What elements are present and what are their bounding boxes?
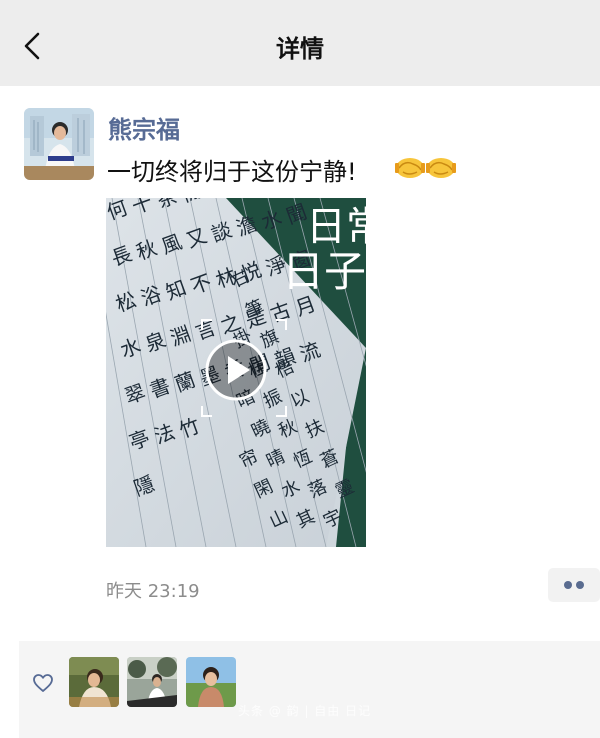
heart-outline-icon: [33, 674, 53, 692]
username[interactable]: 熊宗福: [108, 110, 180, 145]
likes-section: [19, 641, 600, 738]
more-options-button[interactable]: [548, 568, 600, 602]
liker-avatar-1[interactable]: [69, 657, 119, 707]
post-timestamp: 昨天 23:19: [106, 581, 200, 602]
video-overlay-title-2: 日子: [282, 247, 366, 296]
nav-bar: 详情: [0, 0, 600, 86]
avatar[interactable]: [24, 108, 94, 180]
liker-avatar-2[interactable]: [127, 657, 177, 707]
more-dot-icon: [564, 581, 572, 589]
page-title: 详情: [276, 35, 324, 63]
video-thumbnail[interactable]: 何長松水翠亭隱十秋浴泉書法茶風知淵蘭竹閒又不言墨觀談林之香清澹悦是閒心水淨古韻時…: [106, 198, 366, 547]
more-dot-icon: [576, 581, 584, 589]
post-text: 一切终将归于这份宁静!: [107, 158, 357, 186]
handshake-emoji-icon: [395, 158, 456, 178]
video-overlay-title-1: 日常: [306, 204, 366, 250]
play-icon[interactable]: [205, 339, 267, 401]
liker-avatar-3[interactable]: [186, 657, 236, 707]
watermark: 头条 @ 韵 | 自由 日记: [238, 704, 372, 718]
